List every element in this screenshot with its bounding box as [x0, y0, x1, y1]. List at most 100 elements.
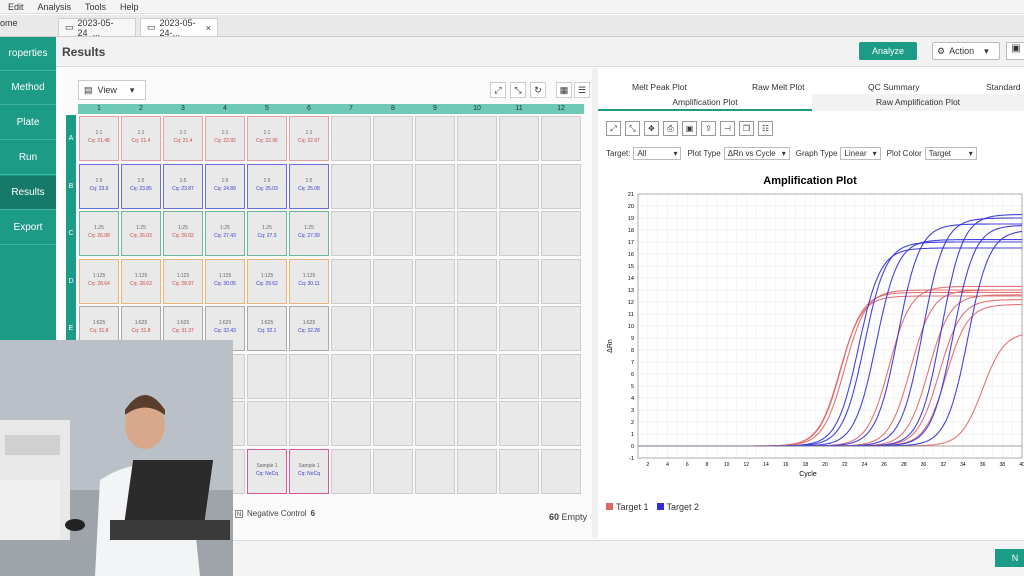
- plate-well[interactable]: [499, 353, 539, 399]
- plate-well[interactable]: [457, 163, 497, 209]
- tab-document-1[interactable]: ▭ 2023-05-24_...: [58, 18, 136, 38]
- plate-well[interactable]: [331, 116, 371, 161]
- plate-well[interactable]: [415, 163, 455, 209]
- plate-well[interactable]: 1:25 Cq: 27.3: [247, 211, 287, 256]
- plate-well[interactable]: [373, 163, 413, 209]
- plate-column-label[interactable]: 9: [414, 104, 456, 114]
- plate-well[interactable]: 1:5 Cq: 25.08: [289, 163, 329, 209]
- copy-icon[interactable]: ❐: [739, 121, 754, 136]
- plate-well[interactable]: [373, 211, 413, 256]
- save-icon[interactable]: ▣: [682, 121, 697, 136]
- plate-well[interactable]: 1:5 Cq: 23.9: [79, 163, 119, 209]
- plate-well[interactable]: 1:25 Cq: 26.03: [121, 211, 161, 256]
- plate-column-label[interactable]: 12: [540, 104, 582, 114]
- tab-document-2[interactable]: ▭ 2023-05-24-... ×: [140, 18, 218, 38]
- next-button[interactable]: N: [995, 549, 1024, 567]
- sidebar-item-export[interactable]: Export: [0, 211, 56, 245]
- tab-qc-summary[interactable]: QC Summary: [868, 82, 919, 92]
- plate-well[interactable]: 1:25 Cq: 26.02: [163, 211, 203, 256]
- tab-raw-melt-plot[interactable]: Raw Melt Plot: [752, 82, 804, 92]
- plate-well[interactable]: 1:1 Cq: 21.4: [121, 116, 161, 161]
- plate-well[interactable]: [457, 258, 497, 304]
- plate-well[interactable]: [289, 401, 329, 446]
- plate-well[interactable]: [541, 211, 581, 256]
- plate-well[interactable]: 1:1 Cq: 21.48: [79, 116, 119, 161]
- plate-column-label[interactable]: 6: [288, 104, 330, 114]
- plate-row-label[interactable]: D: [66, 278, 76, 285]
- plate-well[interactable]: 1:1 Cq: 22.97: [289, 116, 329, 161]
- plate-well[interactable]: Sample 1 Cq: NoCq: [247, 448, 287, 494]
- plate-row-label[interactable]: B: [66, 183, 76, 190]
- collapse-icon[interactable]: ⤡: [625, 121, 640, 136]
- export-icon[interactable]: ⇪: [701, 121, 716, 136]
- collapse-icon[interactable]: ⤡: [510, 82, 526, 98]
- plate-well[interactable]: [541, 306, 581, 351]
- plate-well[interactable]: [541, 163, 581, 209]
- plate-well[interactable]: [457, 353, 497, 399]
- plate-well[interactable]: [247, 353, 287, 399]
- plate-column-label[interactable]: 4: [204, 104, 246, 114]
- plate-well[interactable]: 1:625 Cq: 32.28: [289, 306, 329, 351]
- plate-well[interactable]: [457, 448, 497, 494]
- plate-well[interactable]: [415, 448, 455, 494]
- legend-item-target-1[interactable]: Target 1: [606, 502, 649, 512]
- analyze-button[interactable]: Analyze: [859, 42, 917, 60]
- plate-well[interactable]: [331, 353, 371, 399]
- plate-column-label[interactable]: 1: [78, 104, 120, 114]
- plate-well[interactable]: [457, 401, 497, 446]
- expand-icon[interactable]: ⤢: [606, 121, 621, 136]
- plate-well[interactable]: [499, 258, 539, 304]
- menu-tools[interactable]: Tools: [85, 2, 106, 12]
- plate-well[interactable]: [331, 163, 371, 209]
- plate-column-label[interactable]: 5: [246, 104, 288, 114]
- plate-row-label[interactable]: E: [66, 325, 76, 332]
- plate-well[interactable]: [373, 448, 413, 494]
- plate-well[interactable]: [373, 116, 413, 161]
- plate-well[interactable]: [415, 258, 455, 304]
- plate-well[interactable]: [373, 258, 413, 304]
- plate-well[interactable]: [415, 306, 455, 351]
- plate-well[interactable]: [457, 306, 497, 351]
- plate-well[interactable]: [331, 448, 371, 494]
- plate-well[interactable]: [499, 116, 539, 161]
- plate-well[interactable]: [373, 306, 413, 351]
- plate-well[interactable]: 1:5 Cq: 25.03: [247, 163, 287, 209]
- plot-color-select[interactable]: Target ▾: [924, 147, 977, 160]
- plate-well[interactable]: [541, 448, 581, 494]
- plate-well[interactable]: [541, 258, 581, 304]
- plate-well[interactable]: [415, 353, 455, 399]
- sidebar-item-method[interactable]: Method: [0, 71, 56, 105]
- menu-analysis[interactable]: Analysis: [38, 2, 72, 12]
- plate-well[interactable]: 1:125 Cq: 30.11: [289, 258, 329, 304]
- plate-well[interactable]: 1:1 Cq: 22.92: [205, 116, 245, 161]
- plate-well[interactable]: [541, 353, 581, 399]
- plate-well[interactable]: [541, 116, 581, 161]
- plate-column-label[interactable]: 3: [162, 104, 204, 114]
- plate-well[interactable]: 1:125 Cq: 28.63: [121, 258, 161, 304]
- graph-type-select[interactable]: Linear ▾: [840, 147, 881, 160]
- action-button[interactable]: ⚙ Action ▾: [932, 42, 1000, 60]
- plate-column-label[interactable]: 11: [498, 104, 540, 114]
- plate-column-label[interactable]: 10: [456, 104, 498, 114]
- grid-view-icon[interactable]: ▦: [556, 82, 572, 98]
- plate-well[interactable]: [499, 448, 539, 494]
- plate-column-label[interactable]: 7: [330, 104, 372, 114]
- plate-well[interactable]: 1:5 Cq: 23.85: [121, 163, 161, 209]
- plate-well[interactable]: [247, 401, 287, 446]
- plate-well[interactable]: [373, 353, 413, 399]
- tab-raw-amplification-plot[interactable]: Raw Amplification Plot: [812, 94, 1024, 111]
- target-select[interactable]: All ▾: [633, 147, 682, 160]
- legend-item-target-2[interactable]: Target 2: [656, 502, 699, 512]
- settings-icon[interactable]: ☷: [758, 121, 773, 136]
- plate-well[interactable]: [373, 401, 413, 446]
- plate-well[interactable]: [415, 401, 455, 446]
- threshold-icon[interactable]: ⊣: [720, 121, 735, 136]
- refresh-icon[interactable]: ↻: [530, 82, 546, 98]
- plate-well[interactable]: [457, 116, 497, 161]
- plate-column-label[interactable]: 2: [120, 104, 162, 114]
- plate-well[interactable]: 1:25 Cq: 27.39: [289, 211, 329, 256]
- plate-well[interactable]: [457, 211, 497, 256]
- plate-well[interactable]: [331, 401, 371, 446]
- sidebar-item-run[interactable]: Run: [0, 141, 56, 175]
- menu-edit[interactable]: Edit: [8, 2, 24, 12]
